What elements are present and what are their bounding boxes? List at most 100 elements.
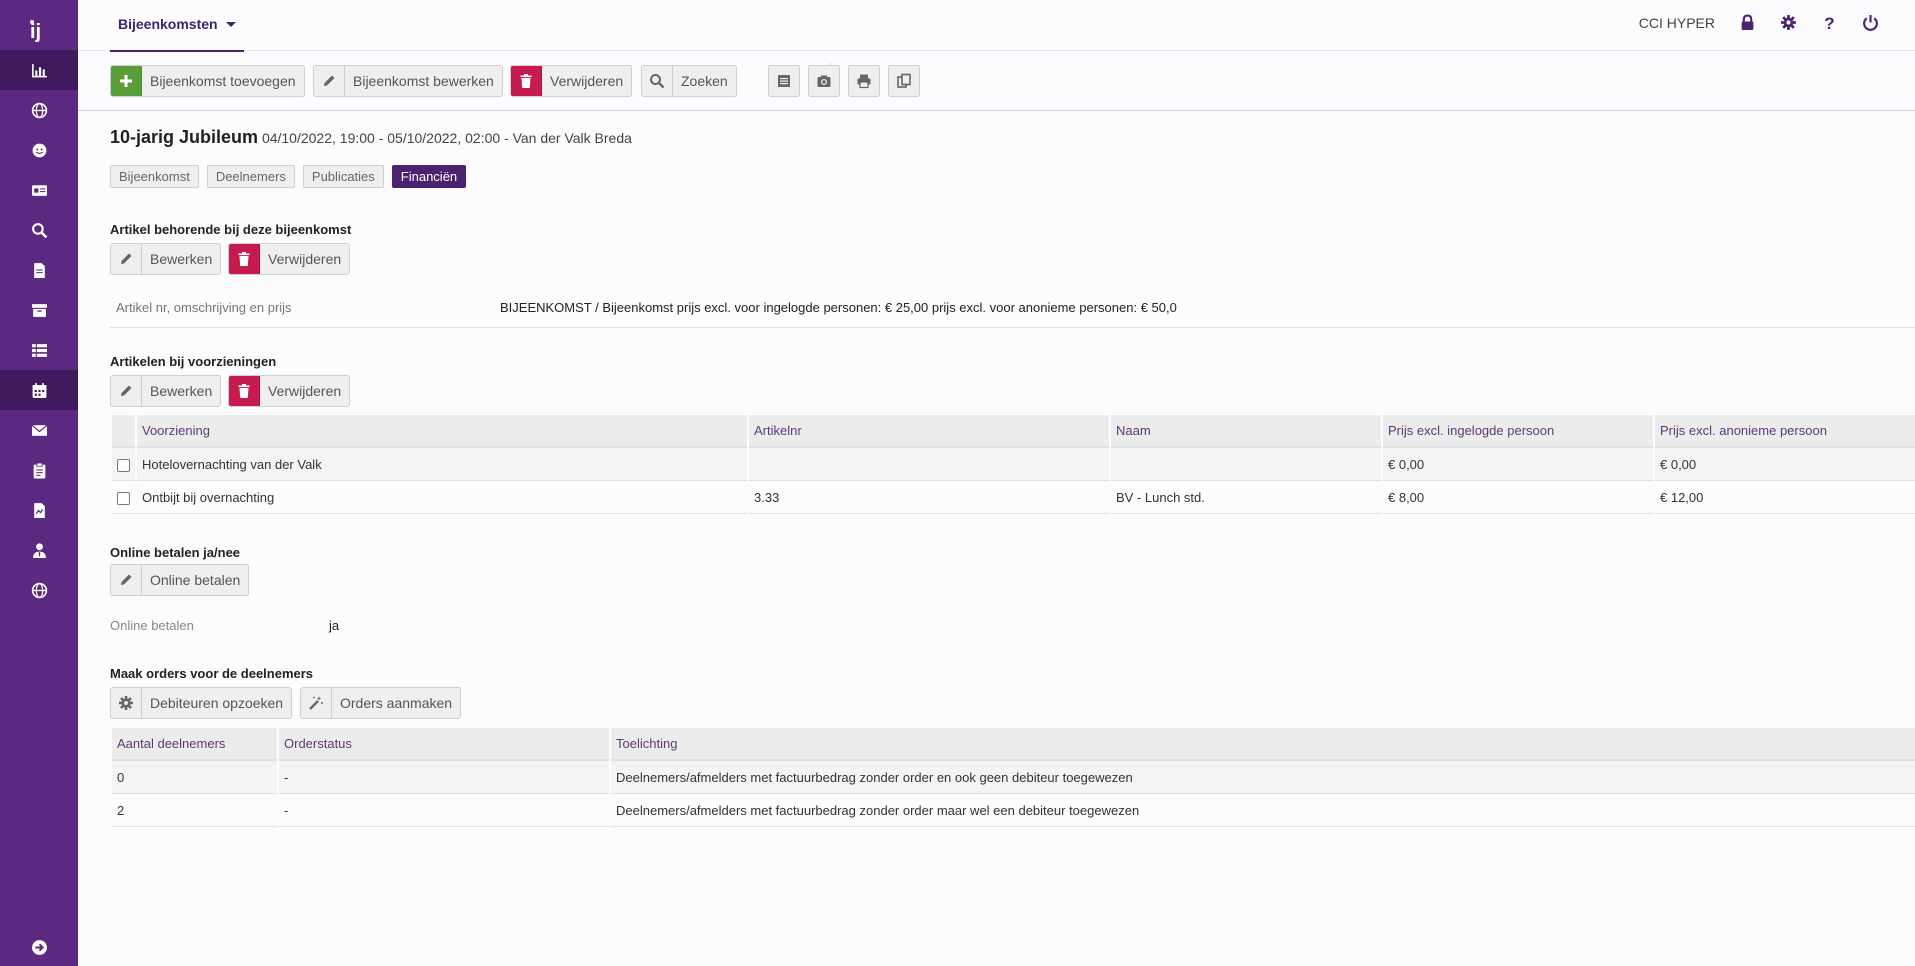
column-header[interactable]: Artikelnr <box>749 415 1109 448</box>
column-header[interactable]: Voorziening <box>137 415 747 448</box>
column-header[interactable]: Prijs excl. ingelogde persoon <box>1383 415 1653 448</box>
trash-icon <box>511 66 542 96</box>
edit-event-button[interactable]: Bijeenkomst bewerken <box>313 65 503 97</box>
table-row[interactable]: 0 - Deelnemers/afmelders met factuurbedr… <box>112 761 1915 794</box>
power-icon[interactable] <box>1862 14 1879 31</box>
column-header[interactable]: Toelichting <box>611 728 1915 761</box>
lookup-debtors-label: Debiteuren opzoeken <box>150 695 284 711</box>
magic-wand-icon <box>301 688 332 718</box>
column-header[interactable]: Orderstatus <box>279 728 609 761</box>
select-column-header <box>112 415 135 448</box>
lookup-debtors-button[interactable]: Debiteuren opzoeken <box>110 687 293 719</box>
trash-icon <box>229 376 260 406</box>
search-icon[interactable] <box>0 210 78 250</box>
plus-icon <box>111 66 142 96</box>
camera-button[interactable] <box>808 65 840 97</box>
user-name: CCI HYPER <box>1638 14 1715 31</box>
tab-label: Bijeenkomsten <box>118 16 218 32</box>
table-cell: € 12,00 <box>1655 481 1915 514</box>
archive-icon[interactable] <box>0 290 78 330</box>
article-section-heading: Artikel behorende bij deze bijeenkomst <box>110 222 352 237</box>
article-label: Artikel nr, omschrijving en prijs <box>116 300 292 315</box>
search-button[interactable]: Zoeken <box>641 65 737 97</box>
table-row[interactable]: 2 - Deelnemers/afmelders met factuurbedr… <box>112 794 1915 827</box>
pencil-icon <box>314 66 345 96</box>
column-header[interactable]: Aantal deelnemers <box>112 728 277 761</box>
row-select-cell <box>112 448 135 481</box>
row-checkbox[interactable] <box>117 491 130 505</box>
table-cell: € 0,00 <box>1655 448 1915 481</box>
table-header-row: Aantal deelnemers Orderstatus Toelichtin… <box>112 728 1915 761</box>
tab-bijeenkomsten[interactable]: Bijeenkomsten <box>110 0 244 52</box>
list-button[interactable] <box>768 65 800 97</box>
gear-icon <box>111 688 142 718</box>
table-header-row: Voorziening Artikelnr Naam Prijs excl. i… <box>112 415 1915 448</box>
article-edit-button[interactable]: Bewerken <box>110 243 222 275</box>
online-payment-button[interactable]: Online betalen <box>110 564 250 596</box>
lock-icon[interactable] <box>1739 14 1756 31</box>
article-row: Artikel nr, omschrijving en prijs BIJEEN… <box>110 288 1915 328</box>
table-icon[interactable] <box>0 330 78 370</box>
orders-table: Aantal deelnemers Orderstatus Toelichtin… <box>110 728 1915 827</box>
article-delete-button[interactable]: Verwijderen <box>228 243 351 275</box>
table-row[interactable]: Hotelovernachting van der Valk € 0,00 € … <box>112 448 1915 481</box>
table-cell: € 0,00 <box>1383 448 1653 481</box>
copy-button[interactable] <box>888 65 920 97</box>
page-title: 10-jarig Jubileum <box>110 127 259 147</box>
table-cell: 0 <box>112 761 277 794</box>
gear-icon[interactable] <box>1780 14 1797 31</box>
calendar-icon[interactable] <box>0 370 78 410</box>
globe-icon[interactable] <box>0 90 78 130</box>
facilities-delete-button[interactable]: Verwijderen <box>228 375 351 407</box>
row-checkbox[interactable] <box>117 458 130 472</box>
trash-icon <box>229 244 260 274</box>
column-header[interactable]: Naam <box>1111 415 1381 448</box>
app-logo[interactable]: ij <box>0 10 78 50</box>
toolbar: Bijeenkomst toevoegen Bijeenkomst bewerk… <box>78 51 1915 111</box>
create-orders-label: Orders aanmaken <box>340 695 453 711</box>
table-cell: Hotelovernachting van der Valk <box>137 448 747 481</box>
online-payment-value: ja <box>329 618 340 633</box>
print-button[interactable] <box>848 65 880 97</box>
chevron-down-icon <box>225 22 236 27</box>
copy-icon <box>889 66 919 96</box>
question-icon[interactable]: ? <box>1821 14 1838 31</box>
envelope-icon[interactable] <box>0 410 78 450</box>
table-cell: Deelnemers/afmelders met factuurbedrag z… <box>611 794 1915 827</box>
globe-icon[interactable] <box>0 570 78 610</box>
tab-deelnemers[interactable]: Deelnemers <box>206 165 295 188</box>
payment-section-heading: Online betalen ja/nee <box>110 545 241 560</box>
file-alt-icon[interactable] <box>0 490 78 530</box>
svg-text:?: ? <box>1824 14 1834 31</box>
file-icon[interactable] <box>0 250 78 290</box>
table-cell: BV - Lunch std. <box>1111 481 1381 514</box>
clipboard-icon[interactable] <box>0 450 78 490</box>
facilities-edit-button[interactable]: Bewerken <box>110 375 222 407</box>
add-event-button[interactable]: Bijeenkomst toevoegen <box>110 65 305 97</box>
table-row[interactable]: Ontbijt bij overnachting 3.33 BV - Lunch… <box>112 481 1915 514</box>
sidebar: ij <box>0 0 78 966</box>
delete-event-label: Verwijderen <box>550 73 624 89</box>
tab-publicaties[interactable]: Publicaties <box>302 165 384 188</box>
add-event-label: Bijeenkomst toevoegen <box>150 73 296 89</box>
tab-financien[interactable]: Financiën <box>391 165 467 188</box>
table-cell: Deelnemers/afmelders met factuurbedrag z… <box>611 761 1915 794</box>
column-header[interactable]: Prijs excl. anonieme persoon <box>1655 415 1915 448</box>
top-bar: Bijeenkomsten CCI HYPER ? <box>78 0 1915 52</box>
event-header: 10-jarig Jubileum 04/10/2022, 19:00 - 05… <box>110 127 632 148</box>
table-cell: 2 <box>112 794 277 827</box>
tab-bijeenkomst[interactable]: Bijeenkomst <box>110 165 199 188</box>
facilities-delete-label: Verwijderen <box>268 383 342 399</box>
facilities-section-heading: Artikelen bij voorzieningen <box>110 354 277 369</box>
smile-icon[interactable] <box>0 130 78 170</box>
table-cell: - <box>279 761 609 794</box>
print-icon <box>849 66 879 96</box>
user-tie-icon[interactable] <box>0 530 78 570</box>
sign-out-icon[interactable] <box>0 927 78 966</box>
id-card-icon[interactable] <box>0 170 78 210</box>
orders-section-heading: Maak orders voor de deelnemers <box>110 666 314 681</box>
chart-bar-icon[interactable] <box>0 50 78 90</box>
delete-event-button[interactable]: Verwijderen <box>510 65 633 97</box>
article-edit-label: Bewerken <box>150 251 213 267</box>
create-orders-button[interactable]: Orders aanmaken <box>300 687 462 719</box>
